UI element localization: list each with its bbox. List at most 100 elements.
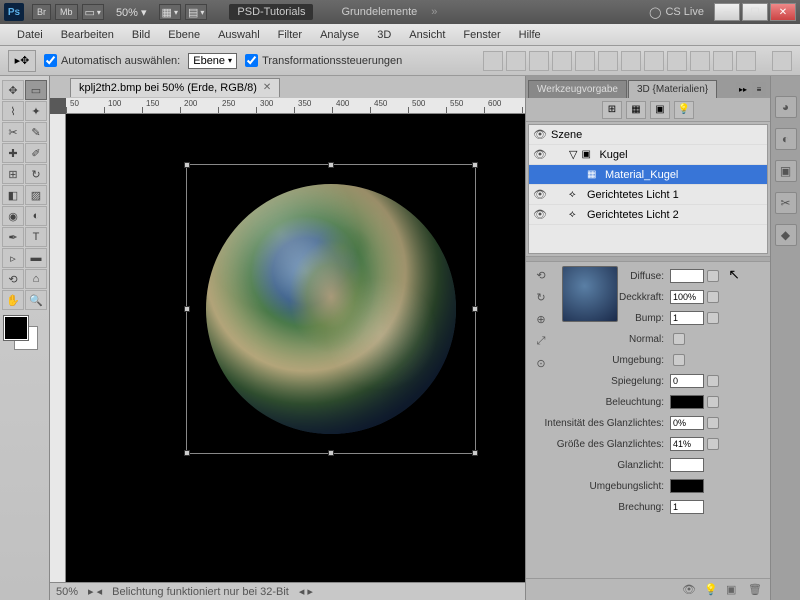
material-preview[interactable] (562, 266, 618, 322)
visibility-icon[interactable]: 👁 (533, 148, 547, 161)
transform-handle[interactable] (472, 162, 478, 168)
align-icon[interactable] (598, 51, 618, 71)
texture-menu-icon[interactable] (707, 270, 719, 282)
zoom-select[interactable]: 50% ▾ (112, 6, 151, 19)
visibility-icon[interactable]: 👁 (533, 188, 547, 201)
history-brush-tool[interactable]: ↻ (25, 164, 47, 184)
menu-fenster[interactable]: Fenster (454, 26, 509, 44)
refraction-input[interactable]: 1 (670, 500, 704, 514)
mat-tool-icon[interactable]: ⤢ (532, 332, 550, 350)
path-tool[interactable]: ▹ (2, 248, 24, 268)
menu-ansicht[interactable]: Ansicht (400, 26, 454, 44)
close-button[interactable]: ✕ (770, 3, 796, 21)
mat-tool-icon[interactable]: ⟲ (532, 266, 550, 284)
panel-tab-3d[interactable]: 3D {Materialien} (628, 80, 717, 98)
workspace-crumb-1[interactable]: PSD-Tutorials (229, 4, 313, 20)
bridge-button[interactable]: Br (32, 4, 51, 20)
extras-dropdown[interactable]: ▤ (185, 4, 207, 20)
chevron-icon[interactable]: » (431, 6, 437, 18)
menu-filter[interactable]: Filter (269, 26, 311, 44)
transform-bounds[interactable] (186, 164, 476, 454)
align-icon[interactable] (529, 51, 549, 71)
auto-select-check[interactable]: Automatisch auswählen: (44, 54, 180, 67)
new-icon[interactable]: ▣ (726, 583, 742, 597)
ambient-swatch[interactable] (670, 479, 704, 493)
distribute-icon[interactable] (667, 51, 687, 71)
blur-tool[interactable]: ◉ (2, 206, 24, 226)
panel-menu-icon[interactable]: ≡ (752, 82, 766, 96)
dodge-tool[interactable]: ◐ (25, 206, 47, 226)
color-swatches[interactable] (2, 316, 42, 352)
transform-handle[interactable] (184, 450, 190, 456)
scene-tree[interactable]: 👁Szene 👁▽▣Kugel ▦Material_Kugel 👁⟡Gerich… (528, 124, 768, 254)
distribute-icon[interactable] (690, 51, 710, 71)
screen-mode-dropdown[interactable]: ▭ (82, 4, 104, 20)
panel-collapse-icon[interactable]: ▸▸ (736, 82, 750, 96)
arrange-dropdown[interactable]: ▦ (159, 4, 181, 20)
texture-menu-icon[interactable] (707, 396, 719, 408)
reflection-input[interactable]: 0 (670, 374, 704, 388)
3d-icon[interactable] (772, 51, 792, 71)
brush-tool[interactable]: ✐ (25, 143, 47, 163)
zoom-tool[interactable]: 🔍 (25, 290, 47, 310)
tree-row-light2[interactable]: 👁⟡Gerichtetes Licht 2 (529, 205, 767, 225)
menu-analyse[interactable]: Analyse (311, 26, 368, 44)
specular-swatch[interactable] (670, 458, 704, 472)
color-panel-icon[interactable]: ◕ (775, 96, 797, 118)
adjustments-panel-icon[interactable]: ▣ (775, 160, 797, 182)
eyedropper-tool[interactable]: ✎ (25, 122, 47, 142)
tree-row-light1[interactable]: 👁⟡Gerichtetes Licht 1 (529, 185, 767, 205)
gloss-size-input[interactable]: 41% (670, 437, 704, 451)
pen-tool[interactable]: ✒ (2, 227, 24, 247)
align-icon[interactable] (552, 51, 572, 71)
canvas[interactable] (66, 114, 525, 582)
align-icon[interactable] (506, 51, 526, 71)
active-tool-icon[interactable]: ▸✥ (8, 50, 36, 72)
distribute-icon[interactable] (621, 51, 641, 71)
diffuse-swatch[interactable] (670, 269, 704, 283)
bump-input[interactable]: 1 (670, 311, 704, 325)
minimize-button[interactable]: ─ (714, 3, 740, 21)
distribute-icon[interactable] (736, 51, 756, 71)
menu-bild[interactable]: Bild (123, 26, 159, 44)
illumination-swatch[interactable] (670, 395, 704, 409)
crop-tool[interactable]: ✂ (2, 122, 24, 142)
visibility-icon[interactable]: 👁 (533, 128, 547, 141)
texture-menu-icon[interactable] (707, 417, 719, 429)
3d-camera-tool[interactable]: ⌂ (25, 269, 47, 289)
cslive-button[interactable]: CS Live (649, 6, 704, 19)
texture-menu-icon[interactable] (707, 291, 719, 303)
swatches-panel-icon[interactable]: ◐ (775, 128, 797, 150)
gradient-tool[interactable]: ▨ (25, 185, 47, 205)
transform-handle[interactable] (184, 162, 190, 168)
heal-tool[interactable]: ✚ (2, 143, 24, 163)
menu-auswahl[interactable]: Auswahl (209, 26, 269, 44)
transform-handle[interactable] (328, 450, 334, 456)
stamp-tool[interactable]: ⊞ (2, 164, 24, 184)
menu-3d[interactable]: 3D (368, 26, 400, 44)
transform-handle[interactable] (472, 450, 478, 456)
status-zoom[interactable]: 50% (56, 586, 78, 598)
3d-rotate-tool[interactable]: ⟲ (2, 269, 24, 289)
type-tool[interactable]: T (25, 227, 47, 247)
hand-tool[interactable]: ✋ (2, 290, 24, 310)
visibility-icon[interactable]: 👁 (533, 208, 547, 221)
distribute-icon[interactable] (644, 51, 664, 71)
tree-row-material[interactable]: ▦Material_Kugel (529, 165, 767, 185)
shape-tool[interactable]: ▬ (25, 248, 47, 268)
panel-tab-presets[interactable]: Werkzeugvorgabe (528, 80, 627, 98)
texture-menu-icon[interactable] (707, 375, 719, 387)
wand-tool[interactable]: ✦ (25, 101, 47, 121)
menu-datei[interactable]: Datei (8, 26, 52, 44)
menu-ebene[interactable]: Ebene (159, 26, 209, 44)
distribute-icon[interactable] (713, 51, 733, 71)
opacity-input[interactable]: 100% (670, 290, 704, 304)
filter-material-icon[interactable]: ▣ (650, 101, 670, 119)
light-toggle-icon[interactable]: 💡 (704, 583, 720, 597)
texture-menu-icon[interactable] (673, 354, 685, 366)
lasso-tool[interactable]: ⌇ (2, 101, 24, 121)
tree-row-sphere[interactable]: 👁▽▣Kugel (529, 145, 767, 165)
texture-menu-icon[interactable] (707, 438, 719, 450)
align-icon[interactable] (575, 51, 595, 71)
marquee-tool[interactable]: ▭ (25, 80, 47, 100)
